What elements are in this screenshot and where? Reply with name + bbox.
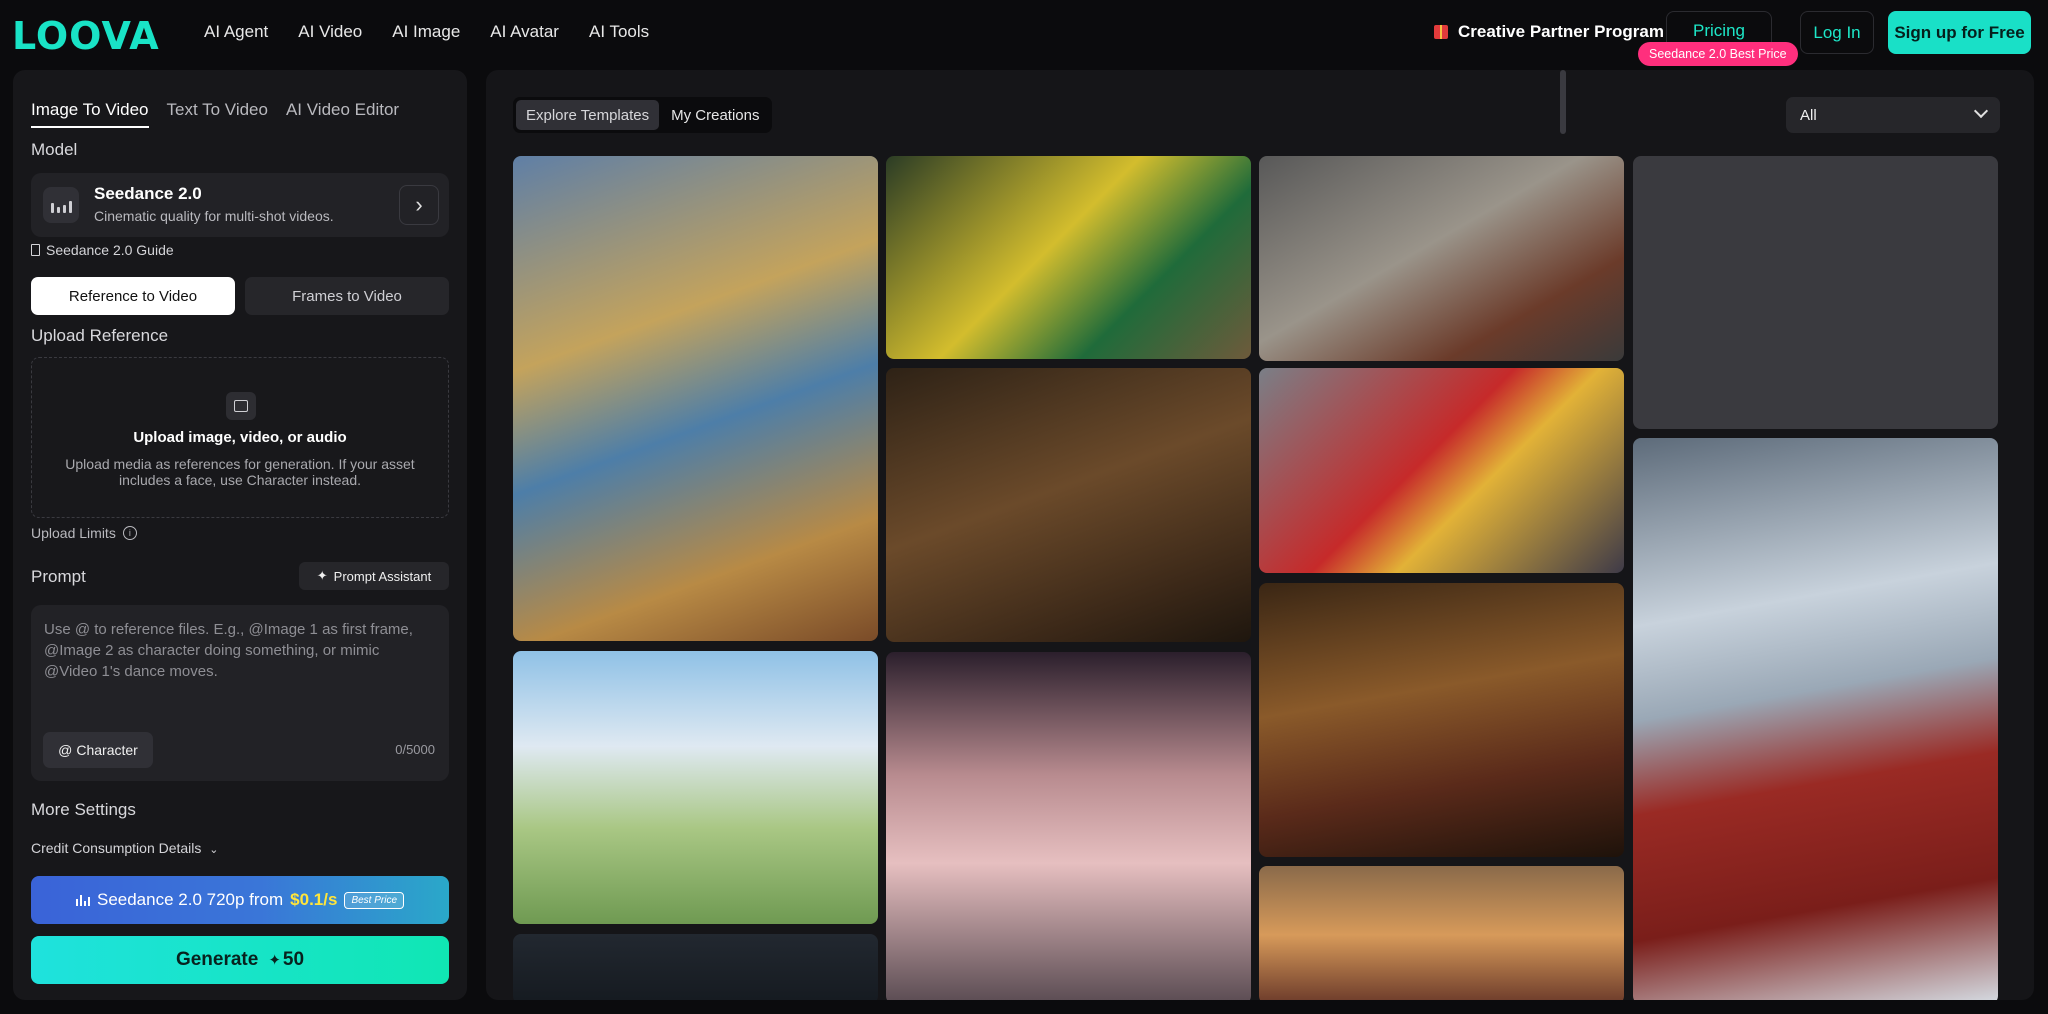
category-filter-dropdown[interactable]: All [1786,97,2000,133]
prompt-input[interactable]: Use @ to reference files. E.g., @Image 1… [31,605,449,781]
promo-price: $0.1/s [290,890,338,909]
generate-button[interactable]: Generate ✦ 50 [31,936,449,984]
gallery-tabs: Explore Templates My Creations [513,97,773,133]
generate-cost: 50 [282,949,305,970]
prompt-assistant-button[interactable]: ✦ Prompt Assistant [299,562,449,590]
upload-image-icon [226,392,256,420]
nav-links: AI Agent AI Video AI Image AI Avatar AI … [204,22,649,42]
prompt-assistant-label: Prompt Assistant [333,568,432,584]
login-button[interactable]: Log In [1800,11,1874,54]
loova-logo[interactable]: LOOVA [12,14,160,58]
tab-my-creations[interactable]: My Creations [661,100,769,130]
nav-ai-avatar[interactable]: AI Avatar [490,22,559,42]
template-thumbnail-clay-boy[interactable] [886,368,1251,642]
model-description: Cinematic quality for multi-shot videos. [94,208,334,224]
at-sign-icon: @ [58,742,73,758]
template-thumbnail-pink-boot[interactable] [886,652,1251,1000]
model-label: Model [31,140,78,159]
page-scrollbar[interactable] [1560,70,1566,134]
generator-panel: Image To Video Text To Video AI Video Ed… [13,70,467,1000]
credit-consumption-label: Credit Consumption Details [31,840,202,856]
nav-ai-agent[interactable]: AI Agent [204,22,268,42]
template-thumbnail-loading[interactable] [1633,156,1998,429]
template-gallery: Explore Templates My Creations All [486,70,2034,1000]
creative-partner-program-link[interactable]: Creative Partner Program [1434,22,1664,42]
reference-to-video-button[interactable]: Reference to Video [31,277,235,315]
gift-icon [1434,25,1448,39]
signup-button[interactable]: Sign up for Free [1888,11,2031,54]
chevron-down-icon [1973,103,1989,119]
guide-label: Seedance 2.0 Guide [46,242,174,258]
template-thumbnail-football-fans[interactable] [886,156,1251,359]
character-counter: 0/5000 [395,742,435,757]
prompt-label: Prompt [31,567,86,586]
best-price-badge: Best Price [344,891,405,909]
template-thumbnail-spain-fans[interactable] [1259,368,1624,573]
nav-ai-video[interactable]: AI Video [298,22,362,42]
top-nav: LOOVA AI Agent AI Video AI Image AI Avat… [0,0,2048,66]
template-thumbnail-snow-climber[interactable] [1633,438,1998,1000]
info-icon[interactable]: i [122,526,137,540]
credits-sparkle-icon: ✦ [268,952,281,969]
template-thumbnail-anime-meadow[interactable] [513,651,878,924]
template-thumbnail-dark-scene[interactable] [513,934,878,1000]
more-settings-label: More Settings [31,800,136,819]
document-icon [31,244,40,256]
chevron-right-icon[interactable]: › [399,185,439,225]
model-name: Seedance 2.0 [94,184,202,203]
model-bars-icon [43,187,79,223]
template-thumbnail-candy-shop[interactable] [1259,866,1624,1000]
template-thumbnail-alice-chess[interactable] [513,156,878,641]
generate-label: Generate [175,949,259,970]
nav-ai-tools[interactable]: AI Tools [589,22,649,42]
prompt-placeholder: Use @ to reference files. E.g., @Image 1… [44,621,413,680]
tab-explore-templates[interactable]: Explore Templates [516,100,660,130]
tab-text-to-video[interactable]: Text To Video [167,100,268,128]
model-selector[interactable]: Seedance 2.0 Cinematic quality for multi… [31,173,449,237]
model-bars-icon [75,894,90,906]
generator-tabs: Image To Video Text To Video AI Video Ed… [31,100,399,128]
template-thumbnail-train-runner[interactable] [1259,156,1624,361]
character-button[interactable]: @ Character [43,732,153,768]
upload-reference-label: Upload Reference [31,326,169,345]
sparkle-icon: ✦ [316,568,328,583]
upload-limits-label: Upload Limits [31,525,116,541]
creative-partner-program-label: Creative Partner Program [1458,22,1664,41]
tab-ai-video-editor[interactable]: AI Video Editor [286,100,399,128]
tab-image-to-video[interactable]: Image To Video [31,100,149,128]
seedance-price-banner[interactable]: Seedance 2.0 720p from $0.1/s Best Price [31,876,449,924]
pricing-badge: Seedance 2.0 Best Price [1638,42,1798,66]
category-filter-value: All [1800,106,1817,124]
credit-consumption-toggle[interactable]: Credit Consumption Details ⌄ [31,840,219,856]
upload-description: Upload media as references for generatio… [65,456,415,488]
character-label: Character [76,742,138,758]
promo-text: Seedance 2.0 720p from [96,890,284,909]
template-thumbnail-clockwork-hall[interactable] [1259,583,1624,857]
nav-ai-image[interactable]: AI Image [392,22,460,42]
upload-dropzone[interactable]: Upload image, video, or audio Upload med… [31,357,449,518]
model-guide-link[interactable]: Seedance 2.0 Guide [31,242,174,258]
upload-title: Upload image, video, or audio [133,429,347,446]
frames-to-video-button[interactable]: Frames to Video [245,277,449,315]
chevron-down-icon: ⌄ [209,844,219,856]
upload-limits[interactable]: Upload Limits i [31,525,137,541]
